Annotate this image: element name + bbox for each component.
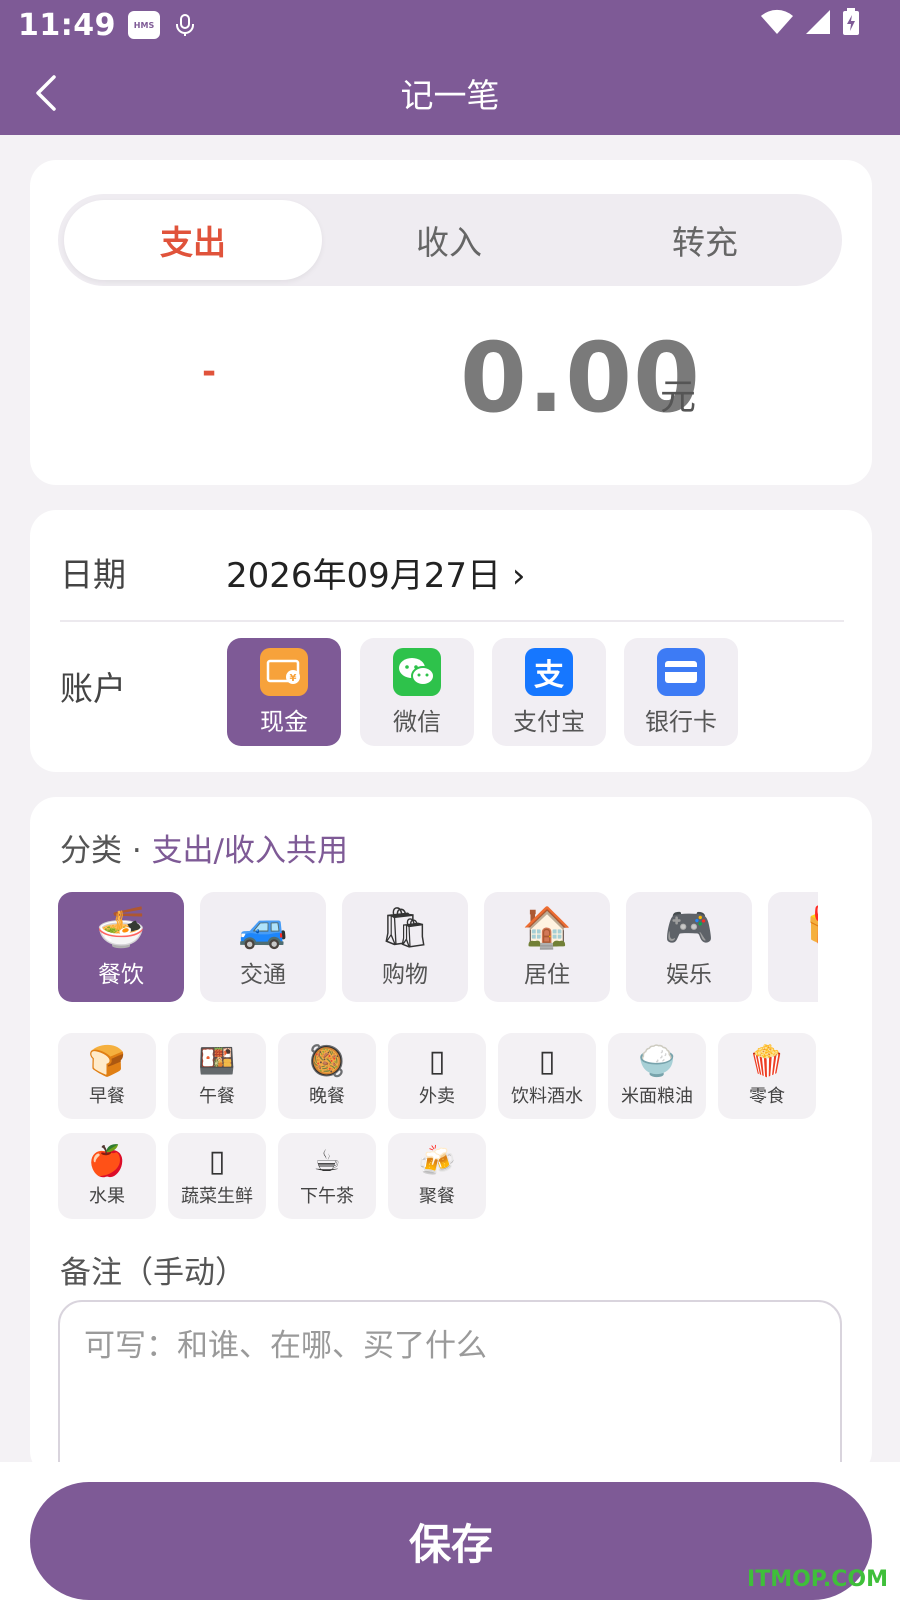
- category-title: 分类 · 支出/收入共用: [60, 825, 348, 870]
- category-transport[interactable]: 🚙 交通: [200, 892, 326, 1002]
- rice-bowl-icon: 🍚: [638, 1044, 676, 1079]
- battery-icon: [843, 8, 859, 35]
- subcategory-afternoon-tea[interactable]: ☕ 下午茶: [278, 1133, 376, 1219]
- category-title-text: 分类 ·: [60, 833, 152, 869]
- category-housing[interactable]: 🏠 居住: [484, 892, 610, 1002]
- category-dining[interactable]: 🍜 餐饮: [58, 892, 184, 1002]
- app-header-bar: 11:49 HMS 记一笔: [0, 0, 900, 135]
- tab-expense[interactable]: 支出: [64, 200, 322, 280]
- note-label: 备注（手动）: [60, 1255, 246, 1291]
- amount-unit: 元: [660, 377, 697, 418]
- subcategory-takeout[interactable]: ▯ 外卖: [388, 1033, 486, 1119]
- subcategory-breakfast[interactable]: 🍞 早餐: [58, 1033, 156, 1119]
- account-option-label: 现金: [260, 707, 308, 736]
- subcategory-drinks[interactable]: ▯ 饮料酒水: [498, 1033, 596, 1119]
- missing-glyph-icon: ▯: [208, 1144, 226, 1179]
- back-arrow-icon[interactable]: [28, 73, 68, 113]
- tab-income[interactable]: 收入: [320, 200, 578, 280]
- subcategory-label: 午餐: [199, 1086, 235, 1107]
- account-option-bank-card[interactable]: 银行卡: [624, 638, 738, 746]
- subcategory-label: 零食: [749, 1086, 785, 1107]
- category-scroller[interactable]: 🍜 餐饮 🚙 交通 🛍 购物 🏠 居住 🎮 娱乐 🎁 交: [58, 892, 818, 1004]
- account-option-alipay[interactable]: 支 支付宝: [492, 638, 606, 746]
- date-account-card: 日期 2026年09月27日 › 账户 ¥ 现金 微信 支 支付宝 银行卡: [30, 510, 872, 772]
- stew-pot-icon: 🥘: [308, 1044, 346, 1079]
- nav-header: 记一笔: [0, 55, 900, 130]
- subcategory-grain-oil[interactable]: 🍚 米面粮油: [608, 1033, 706, 1119]
- wechat-icon: [393, 647, 441, 696]
- hms-badge-icon: HMS: [128, 11, 160, 39]
- page-title: 记一笔: [400, 75, 500, 115]
- coffee-cup-icon: ☕: [313, 1144, 341, 1179]
- category-social[interactable]: 🎁 交: [768, 892, 818, 1002]
- subcategory-label: 早餐: [89, 1086, 125, 1107]
- subcategory-label: 外卖: [419, 1086, 455, 1107]
- divider: [60, 620, 844, 622]
- apple-icon: 🍎: [88, 1144, 126, 1179]
- save-button[interactable]: 保存: [30, 1482, 872, 1600]
- bread-icon: 🍞: [88, 1044, 126, 1079]
- noodle-bowl-icon: 🍜: [96, 905, 146, 951]
- alipay-icon: 支: [525, 647, 573, 696]
- date-label: 日期: [60, 555, 126, 594]
- account-label: 账户: [60, 669, 126, 708]
- account-option-cash[interactable]: ¥ 现金: [227, 638, 341, 746]
- type-segmented-control: 支出 收入 转充: [58, 194, 842, 286]
- gift-icon: 🎁: [806, 905, 818, 951]
- amount-display[interactable]: - 0.00 元: [30, 310, 872, 450]
- subcategory-fruit[interactable]: 🍎 水果: [58, 1133, 156, 1219]
- subcategory-label: 晚餐: [309, 1086, 345, 1107]
- account-option-label: 支付宝: [513, 707, 585, 736]
- car-icon: 🚙: [238, 905, 288, 951]
- house-icon: 🏠: [522, 905, 572, 951]
- category-card: 分类 · 支出/收入共用 🍜 餐饮 🚙 交通 🛍 购物 🏠 居住 🎮 娱乐 🎁 …: [30, 797, 872, 1500]
- status-bar: 11:49 HMS: [0, 0, 900, 50]
- bank-card-icon: [657, 647, 705, 696]
- category-label: 购物: [382, 962, 428, 988]
- category-shopping[interactable]: 🛍 购物: [342, 892, 468, 1002]
- category-label: 交通: [240, 962, 286, 988]
- date-picker[interactable]: 2026年09月27日 ›: [226, 548, 525, 597]
- missing-glyph-icon: ▯: [428, 1044, 446, 1079]
- category-label: 娱乐: [666, 962, 712, 988]
- category-label: 餐饮: [98, 962, 144, 988]
- watermark-text: ITMOP.COM: [747, 1567, 888, 1592]
- beer-mugs-icon: 🍻: [418, 1144, 456, 1179]
- category-entertainment[interactable]: 🎮 娱乐: [626, 892, 752, 1002]
- svg-text:¥: ¥: [290, 673, 297, 684]
- account-option-wechat[interactable]: 微信: [360, 638, 474, 746]
- subcategory-dinner[interactable]: 🥘 晚餐: [278, 1033, 376, 1119]
- popcorn-icon: 🍿: [748, 1044, 786, 1079]
- subcategory-vegetables[interactable]: ▯ 蔬菜生鲜: [168, 1133, 266, 1219]
- subcategory-label: 饮料酒水: [511, 1086, 583, 1107]
- subcategory-label: 蔬菜生鲜: [181, 1186, 253, 1207]
- voice-assistant-icon: [176, 14, 194, 36]
- account-option-label: 微信: [393, 707, 441, 736]
- missing-glyph-icon: ▯: [538, 1044, 556, 1079]
- subcategory-gathering[interactable]: 🍻 聚餐: [388, 1133, 486, 1219]
- game-controller-icon: 🎮: [664, 905, 714, 951]
- category-title-accent: 支出/收入共用: [151, 833, 349, 869]
- save-bar: 保存 ITMOP.COM: [0, 1462, 900, 1600]
- cash-icon: ¥: [260, 647, 308, 696]
- category-label: 居住: [524, 962, 570, 988]
- subcategory-label: 聚餐: [419, 1186, 455, 1207]
- tab-transfer[interactable]: 转充: [576, 200, 834, 280]
- wifi-icon: [761, 9, 793, 34]
- subcategory-snacks[interactable]: 🍿 零食: [718, 1033, 816, 1119]
- amount-sign: -: [202, 352, 217, 392]
- account-option-label: 银行卡: [645, 707, 717, 736]
- status-time: 11:49: [18, 7, 116, 43]
- bento-icon: 🍱: [198, 1044, 236, 1079]
- subcategory-lunch[interactable]: 🍱 午餐: [168, 1033, 266, 1119]
- subcategory-label: 米面粮油: [621, 1086, 693, 1107]
- amount-card: 支出 收入 转充 - 0.00 元: [30, 160, 872, 485]
- subcategory-label: 下午茶: [300, 1186, 354, 1207]
- subcategory-label: 水果: [89, 1186, 125, 1207]
- signal-icon: [806, 10, 830, 34]
- shopping-bag-icon: 🛍: [379, 905, 431, 951]
